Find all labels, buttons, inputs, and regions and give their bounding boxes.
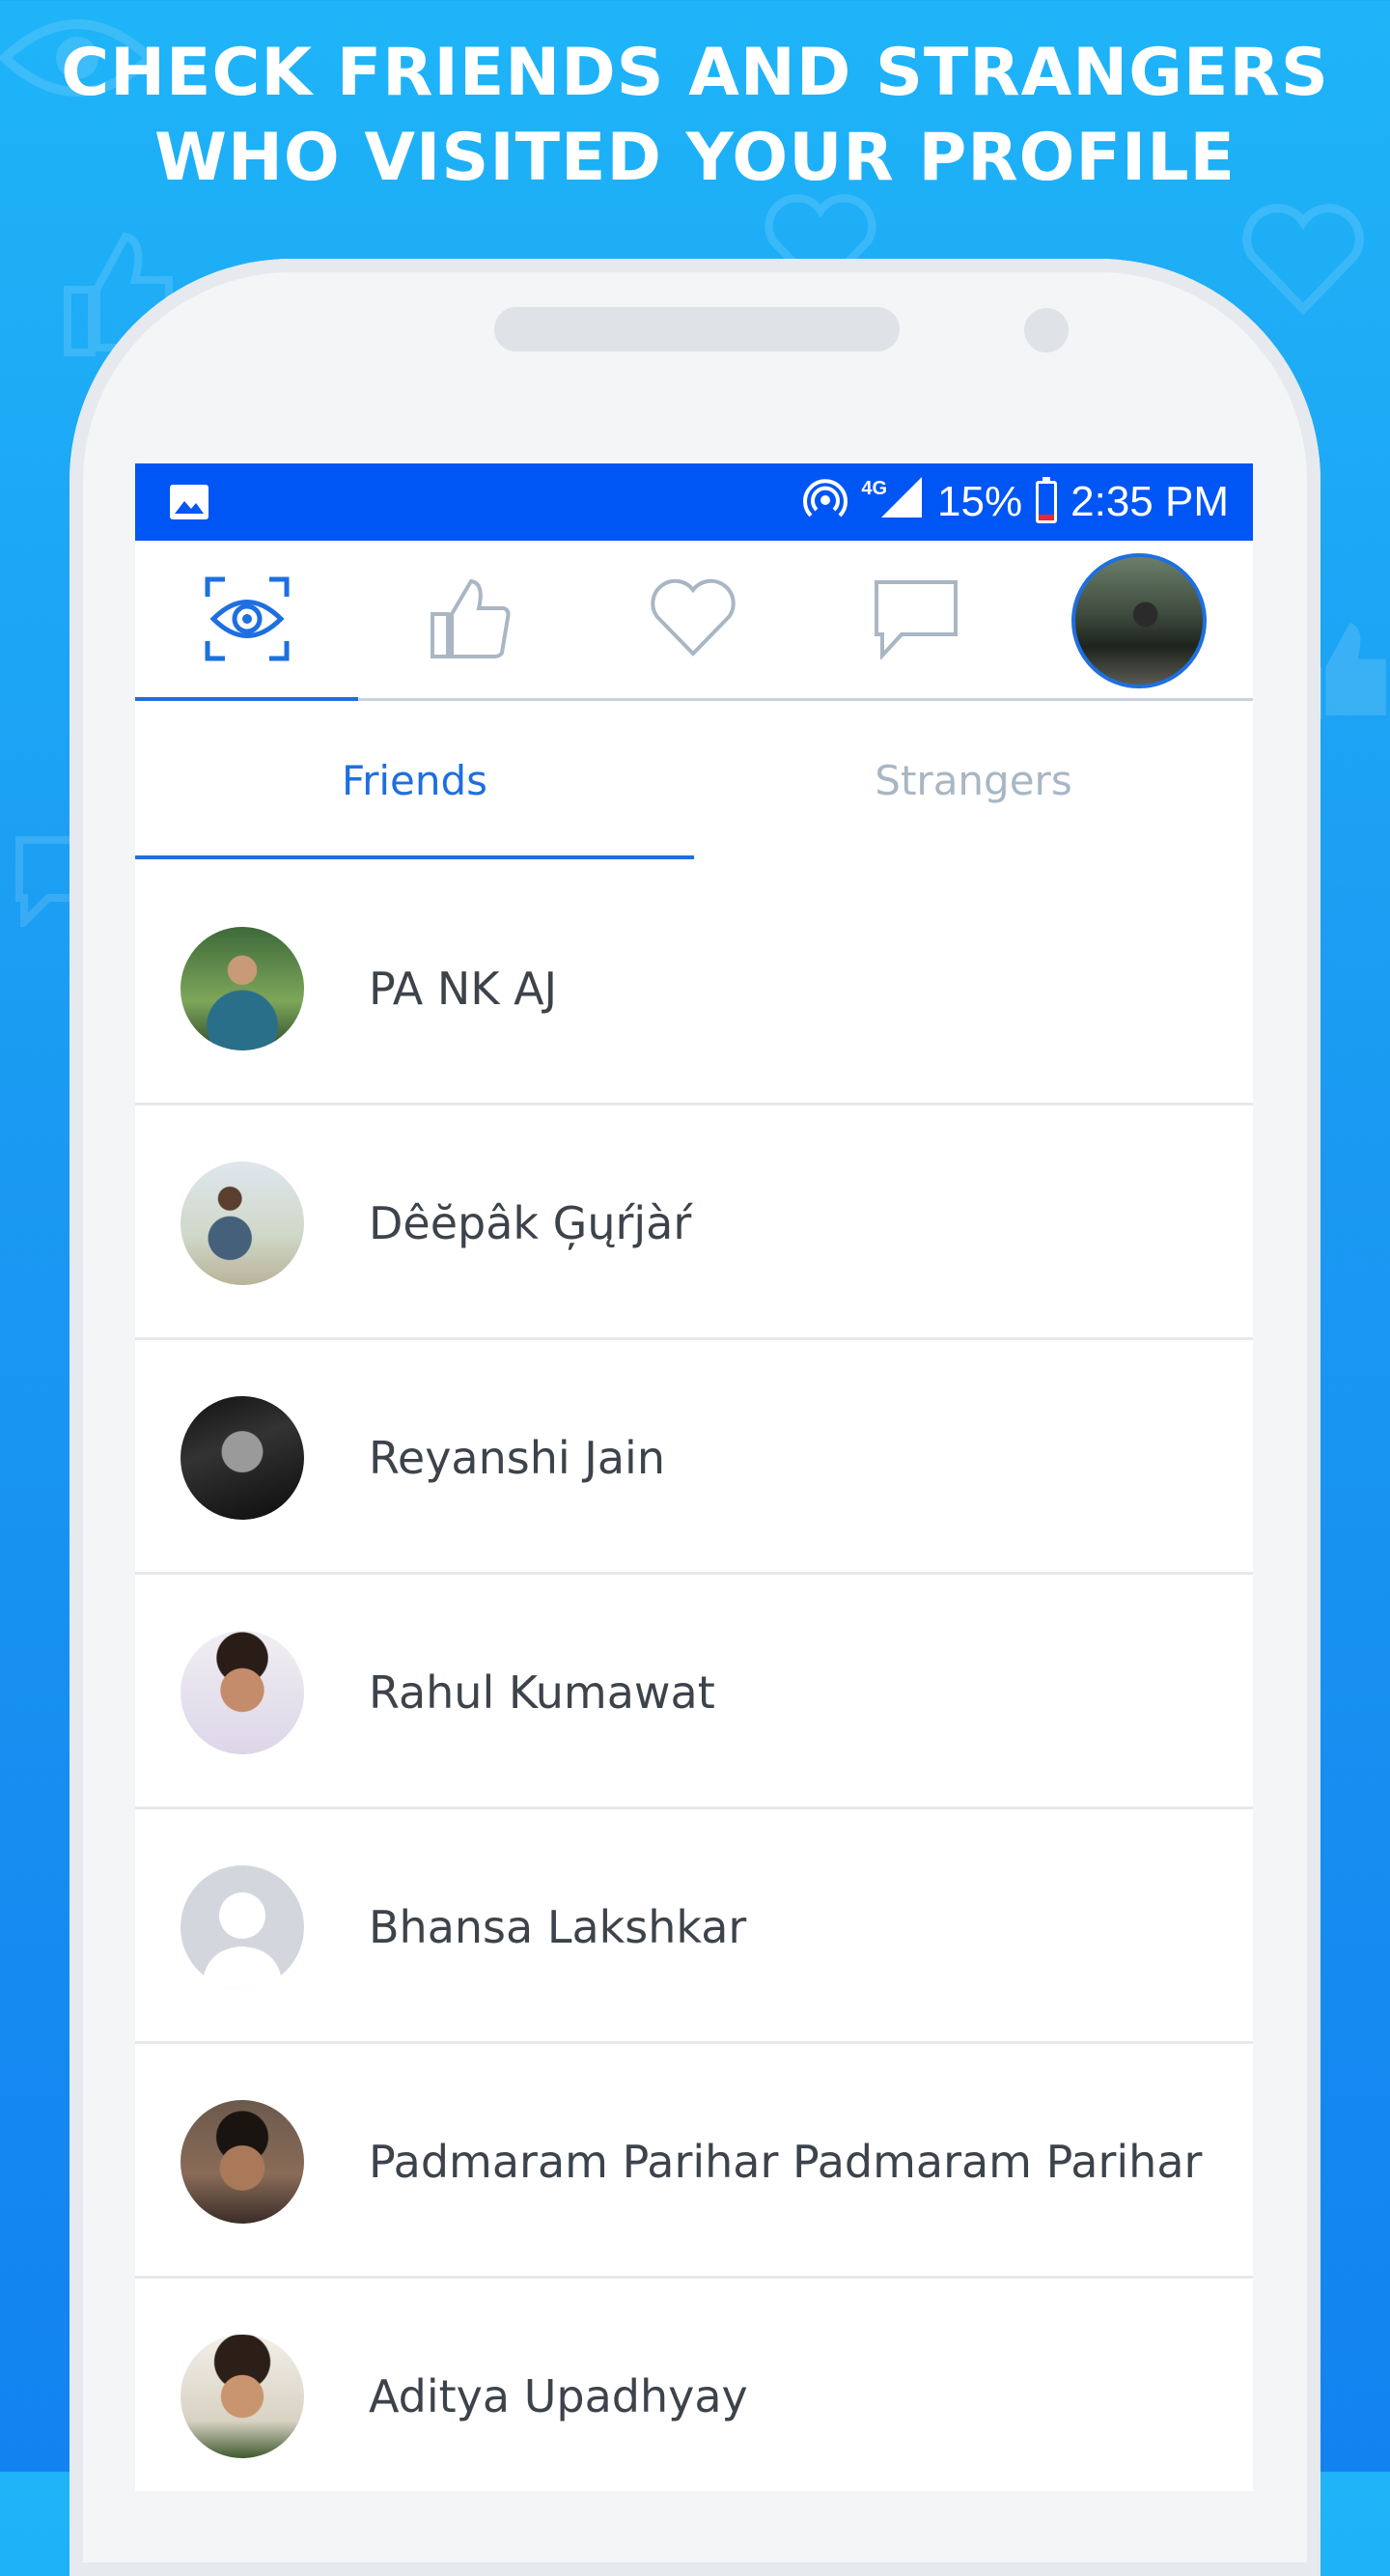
status-time: 2:35 PM — [1070, 478, 1229, 525]
avatar — [181, 2335, 304, 2458]
profile-avatar[interactable] — [1070, 553, 1207, 688]
default-avatar-icon — [202, 1892, 283, 1989]
visitor-tabs: Friends Strangers — [135, 701, 1253, 859]
promo-headline: CHECK FRIENDS AND STRANGERS WHO VISITED … — [0, 31, 1390, 201]
avatar — [181, 1631, 304, 1754]
nav-likes[interactable] — [358, 541, 581, 701]
avatar — [181, 1865, 304, 1989]
top-nav — [135, 541, 1253, 701]
network-type: 4G — [861, 477, 888, 499]
friend-name: Reyanshi Jain — [369, 1431, 665, 1484]
friends-list: PA NK AJ Dêĕpâk Ģųŕjàŕ Reyanshi Jain Rah… — [135, 871, 1253, 2491]
friend-name: Dêĕpâk Ģųŕjàŕ — [369, 1196, 692, 1249]
headline-line-2: WHO VISITED YOUR PROFILE — [154, 120, 1236, 196]
status-bar: 4G 15% 2:35 PM — [135, 463, 1253, 541]
list-item[interactable]: Aditya Upadhyay — [135, 2279, 1253, 2491]
friend-name: Bhansa Lakshkar — [369, 1900, 747, 1953]
nav-favorites[interactable] — [581, 541, 804, 701]
list-item[interactable]: Bhansa Lakshkar — [135, 1809, 1253, 2044]
list-item[interactable]: Padmaram Parihar Padmaram Parihar — [135, 2044, 1253, 2279]
friend-name: Rahul Kumawat — [369, 1666, 715, 1719]
thumbs-up-icon — [427, 575, 514, 666]
avatar — [181, 1162, 304, 1285]
friend-name: PA NK AJ — [369, 962, 558, 1015]
phone-camera — [1024, 308, 1069, 352]
list-item[interactable]: Reyanshi Jain — [135, 1340, 1253, 1575]
avatar — [181, 1396, 304, 1520]
image-icon — [169, 484, 209, 524]
avatar — [181, 2100, 304, 2224]
app-screen: 4G 15% 2:35 PM Friends Strangers PA NK A… — [135, 463, 1253, 2491]
tab-active-indicator — [135, 855, 694, 859]
battery-percent: 15% — [937, 478, 1023, 525]
hotspot-icon — [803, 475, 848, 530]
list-item[interactable]: Dêĕpâk Ģųŕjàŕ — [135, 1106, 1253, 1340]
tab-friends[interactable]: Friends — [135, 701, 694, 859]
avatar — [181, 927, 304, 1050]
heart-icon — [650, 578, 737, 663]
nav-profile[interactable] — [1027, 541, 1250, 701]
list-item[interactable]: PA NK AJ — [135, 871, 1253, 1106]
phone-speaker — [494, 307, 900, 351]
tab-strangers[interactable]: Strangers — [694, 701, 1253, 859]
list-item[interactable]: Rahul Kumawat — [135, 1575, 1253, 1809]
chat-icon — [873, 578, 959, 663]
friend-name: Padmaram Parihar Padmaram Parihar — [369, 2135, 1203, 2188]
background-heart-icon — [1240, 203, 1366, 319]
nav-visitors[interactable] — [135, 541, 358, 701]
friend-name: Aditya Upadhyay — [369, 2369, 748, 2422]
battery-icon — [1036, 477, 1058, 523]
headline-line-1: CHECK FRIENDS AND STRANGERS — [61, 35, 1329, 111]
eye-scan-icon — [204, 575, 291, 666]
nav-messages[interactable] — [804, 541, 1027, 701]
